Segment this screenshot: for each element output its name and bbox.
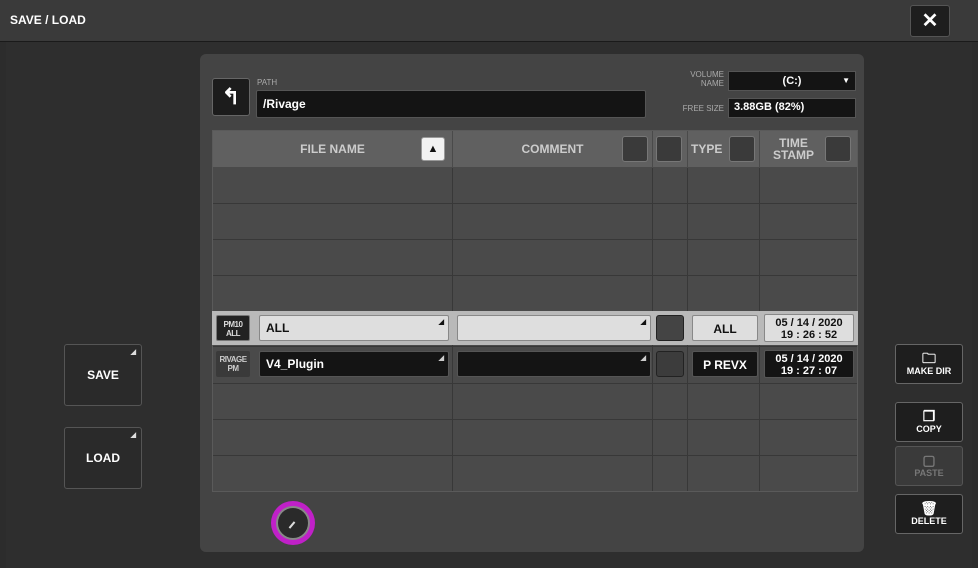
column-header-file-name[interactable]: FILE NAME bbox=[213, 131, 452, 167]
protect-toggle[interactable] bbox=[656, 351, 684, 377]
close-icon: ✕ bbox=[921, 10, 939, 32]
popup-indicator-icon: ◢ bbox=[438, 319, 444, 326]
type-value: P REVX bbox=[692, 351, 758, 377]
row-divider bbox=[213, 383, 857, 384]
time-stamp: 05 / 14 / 2020 19 : 27 : 07 bbox=[764, 350, 854, 378]
file-type-icon: RIVAGE PM bbox=[216, 351, 250, 377]
row-divider bbox=[213, 455, 857, 456]
time-stamp: 05 / 14 / 2020 19 : 26 : 52 bbox=[764, 314, 854, 342]
paste-button[interactable]: ▢ PASTE bbox=[895, 446, 963, 486]
parent-directory-button[interactable]: ↰ bbox=[212, 78, 250, 116]
title-bar: SAVE / LOAD ✕ bbox=[0, 0, 978, 42]
row-divider bbox=[213, 239, 857, 240]
load-button[interactable]: ◢ LOAD bbox=[64, 427, 142, 489]
comment-sort-button[interactable] bbox=[622, 136, 648, 162]
file-type-icon: PM10 ALL bbox=[216, 315, 250, 341]
free-size-label: FREE SIZE bbox=[682, 104, 724, 113]
popup-indicator-icon: ◢ bbox=[640, 355, 646, 362]
dropdown-arrow-icon: ▼ bbox=[842, 76, 850, 85]
save-label: SAVE bbox=[87, 368, 119, 382]
path-field[interactable]: /Rivage bbox=[256, 90, 646, 118]
file-name-field[interactable]: V4_Plugin ◢ bbox=[259, 351, 449, 377]
volume-value: (C:) bbox=[782, 75, 802, 87]
path-label: PATH bbox=[257, 78, 278, 87]
save-button[interactable]: ◢ SAVE bbox=[64, 344, 142, 406]
popup-indicator-icon: ◢ bbox=[130, 349, 136, 356]
copy-icon: ❐ bbox=[922, 408, 936, 424]
volume-name-label: VOLUME NAME bbox=[690, 70, 724, 88]
copy-button[interactable]: ❐ COPY bbox=[895, 402, 963, 442]
row-divider bbox=[213, 346, 857, 347]
sort-button[interactable]: ▲ bbox=[421, 137, 445, 161]
new-folder-icon: 🗀 bbox=[922, 350, 936, 366]
row-divider bbox=[213, 275, 857, 276]
popup-indicator-icon: ◢ bbox=[130, 432, 136, 439]
flag-sort-button[interactable] bbox=[656, 136, 682, 162]
delete-button[interactable]: 🗑 DELETE bbox=[895, 494, 963, 534]
free-size-value: 3.88GB (82%) bbox=[728, 98, 856, 118]
time-stamp-sort-button[interactable] bbox=[825, 136, 851, 162]
sort-up-icon: ▲ bbox=[427, 143, 439, 155]
make-dir-button[interactable]: 🗀 MAKE DIR bbox=[895, 344, 963, 384]
file-name-field[interactable]: ALL ◢ bbox=[259, 315, 449, 341]
window-title: SAVE / LOAD bbox=[10, 13, 86, 27]
up-arrow-icon: ↰ bbox=[221, 84, 241, 109]
comment-field[interactable]: ◢ bbox=[457, 351, 651, 377]
load-label: LOAD bbox=[86, 451, 120, 465]
type-sort-button[interactable] bbox=[729, 136, 755, 162]
comment-field[interactable]: ◢ bbox=[457, 315, 651, 341]
volume-select[interactable]: (C:) ▼ bbox=[728, 71, 856, 91]
row-divider bbox=[213, 419, 857, 420]
close-button[interactable]: ✕ bbox=[910, 5, 950, 37]
trash-icon: 🗑 bbox=[920, 500, 938, 516]
protect-toggle[interactable] bbox=[656, 315, 684, 341]
scroll-knob[interactable] bbox=[271, 501, 315, 545]
popup-indicator-icon: ◢ bbox=[640, 319, 646, 326]
popup-indicator-icon: ◢ bbox=[438, 355, 444, 362]
clipboard-icon: ▢ bbox=[922, 452, 936, 468]
row-divider bbox=[213, 203, 857, 204]
type-value: ALL bbox=[692, 315, 758, 341]
knob-icon bbox=[276, 506, 310, 540]
